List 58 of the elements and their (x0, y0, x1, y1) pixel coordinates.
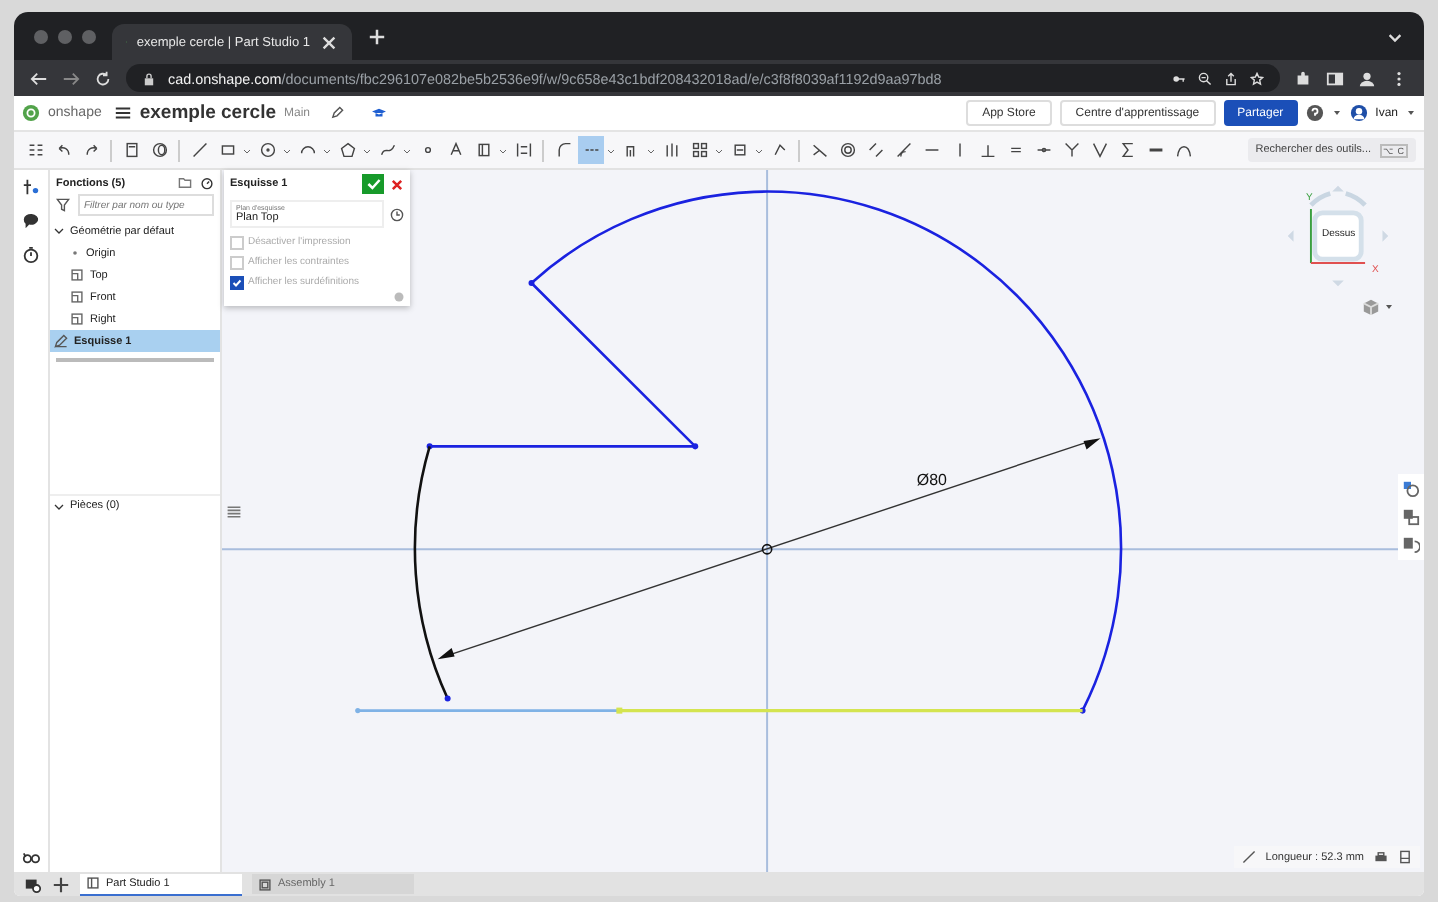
comment-icon[interactable] (22, 212, 40, 230)
view-icon[interactable] (1402, 536, 1420, 554)
document-title[interactable]: exemple cercle (139, 102, 276, 124)
caret-icon[interactable] (1331, 108, 1342, 118)
dimension-label[interactable]: Ø80 (916, 470, 947, 489)
document-icon[interactable] (1398, 850, 1412, 864)
folder-icon[interactable] (178, 176, 192, 190)
add-icon[interactable] (52, 875, 70, 893)
profile-icon[interactable] (1358, 69, 1376, 87)
chevron-icon[interactable] (54, 226, 64, 236)
checkbox[interactable] (230, 275, 244, 289)
timer-icon[interactable] (22, 246, 40, 264)
minimize-window-icon[interactable] (58, 29, 72, 43)
selected-arc[interactable] (414, 446, 451, 702)
line-icon (1241, 850, 1256, 864)
help-icon[interactable] (1305, 104, 1324, 122)
timer-icon[interactable] (200, 176, 214, 190)
view-icon[interactable] (1402, 480, 1420, 498)
new-tab-icon[interactable] (368, 27, 386, 45)
graduation-cap-icon[interactable] (372, 106, 387, 120)
maximize-window-icon[interactable] (82, 29, 96, 43)
menu-icon[interactable] (113, 104, 132, 122)
chevron-icon[interactable] (54, 501, 64, 512)
part-studio-icon (86, 876, 100, 890)
caret-icon[interactable] (1384, 302, 1394, 312)
forward-icon[interactable] (62, 69, 80, 87)
sidebar-icon[interactable] (1326, 69, 1344, 87)
close-window-icon[interactable] (34, 29, 48, 43)
tab-manager-icon[interactable] (24, 875, 42, 893)
glasses-icon[interactable] (22, 848, 40, 866)
clock-icon[interactable] (390, 207, 404, 221)
back-icon[interactable] (30, 69, 48, 87)
plane-icon (70, 290, 84, 304)
point-icon (70, 248, 80, 258)
features-icon[interactable] (22, 178, 40, 196)
pencil-icon (54, 334, 68, 348)
star-icon[interactable] (1250, 71, 1264, 85)
cancel-icon[interactable] (390, 177, 404, 191)
filter-icon[interactable] (56, 198, 70, 212)
caret-icon[interactable] (1406, 108, 1416, 118)
reload-icon[interactable] (94, 69, 112, 87)
printer-icon[interactable] (1374, 850, 1388, 864)
puzzle-icon[interactable] (1294, 69, 1312, 87)
zoom-icon[interactable] (1198, 71, 1212, 85)
lock-icon (142, 71, 156, 85)
origin-point[interactable] (761, 543, 773, 555)
user-avatar-icon[interactable] (1349, 104, 1368, 122)
accept-button[interactable] (362, 174, 384, 194)
logo-icon (22, 104, 40, 122)
plane-icon (70, 312, 84, 326)
share-icon[interactable] (1224, 71, 1238, 85)
plane-icon (70, 268, 84, 282)
key-icon[interactable] (1172, 71, 1186, 85)
close-icon[interactable] (320, 33, 338, 51)
assembly-icon (258, 877, 272, 891)
view-icon[interactable] (1402, 508, 1420, 526)
pencil-icon[interactable] (330, 106, 345, 120)
list-icon[interactable] (226, 502, 242, 522)
